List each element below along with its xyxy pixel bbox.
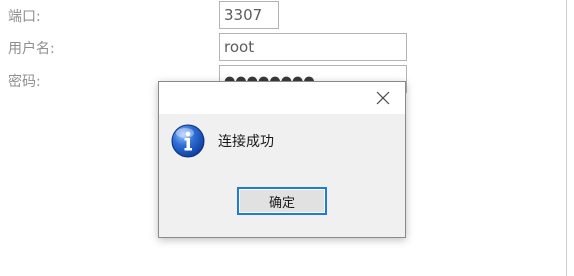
port-input[interactable]: 3307 [219, 1, 279, 29]
username-label: 用户名: [8, 41, 55, 57]
dialog-message: 连接成功 [218, 134, 274, 150]
port-label: 端口: [8, 9, 41, 25]
window-edge [566, 0, 567, 276]
ok-button[interactable]: 确定 [237, 187, 327, 215]
info-icon [171, 124, 205, 158]
username-input[interactable]: root [219, 33, 407, 61]
message-dialog: 连接成功 确定 [158, 81, 406, 238]
dialog-titlebar [159, 82, 405, 114]
password-label: 密码: [8, 74, 41, 90]
close-icon[interactable] [375, 90, 391, 106]
